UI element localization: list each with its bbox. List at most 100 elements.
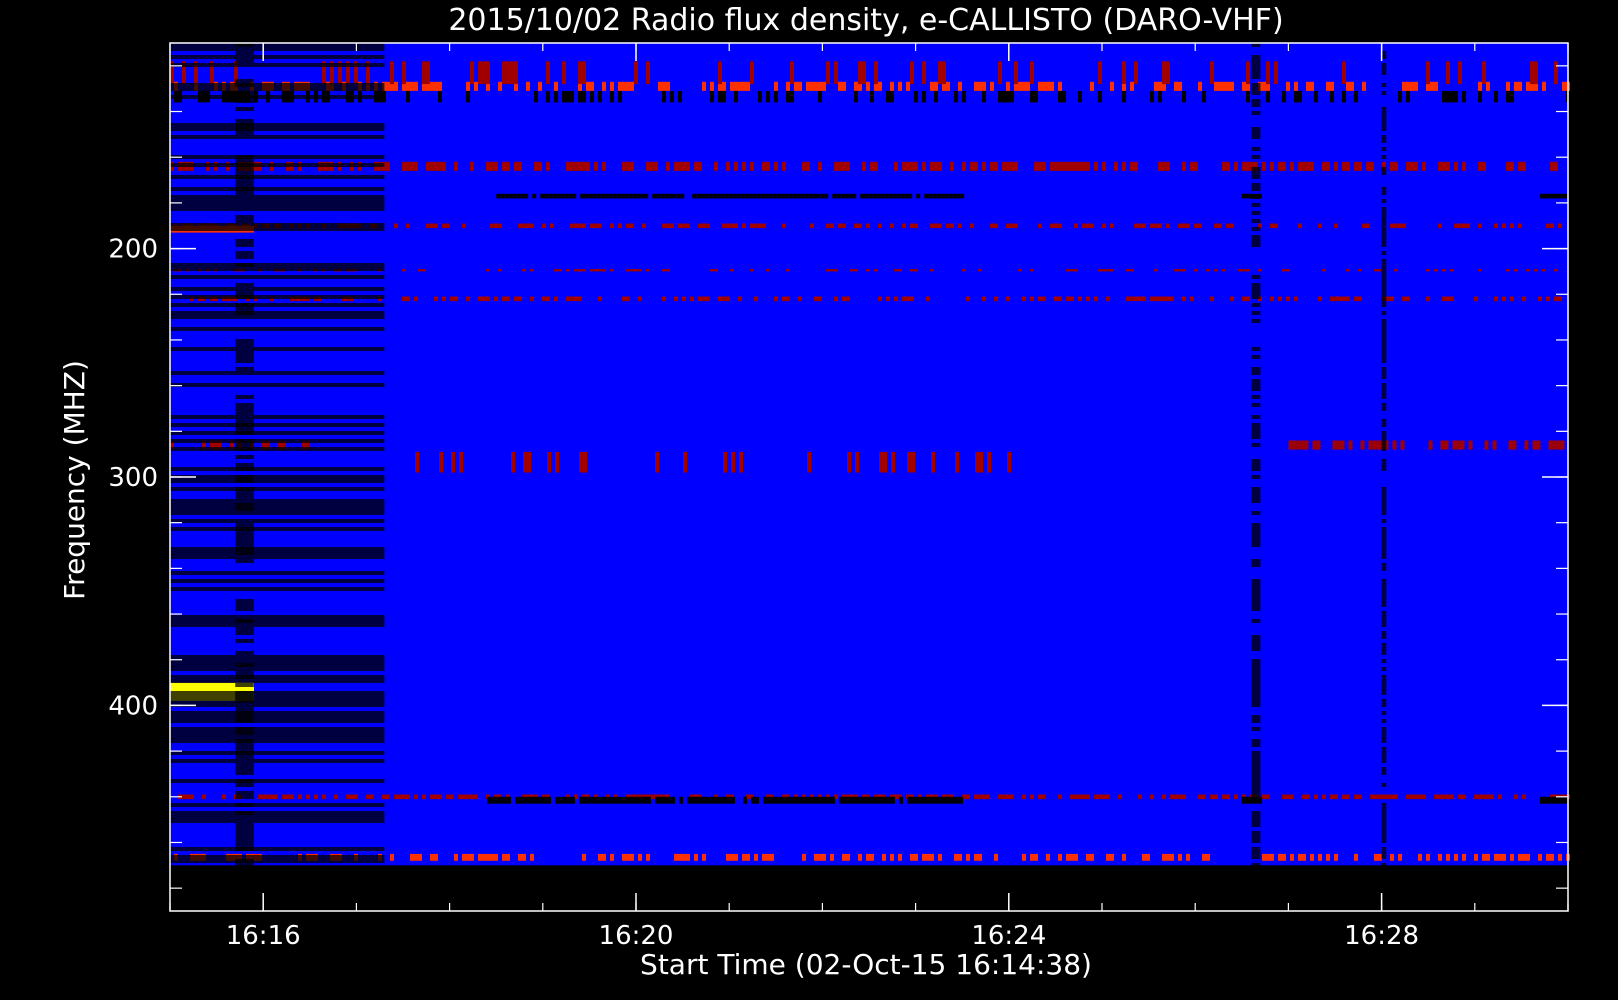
- heatmap-cell: [1381, 351, 1387, 355]
- heatmap-cell: [1251, 587, 1261, 591]
- heatmap-cell: [1054, 296, 1058, 302]
- heatmap-cell: [1170, 794, 1174, 800]
- heatmap-cell: [1098, 91, 1102, 103]
- heatmap-cell: [235, 123, 254, 127]
- heatmap-cell: [662, 796, 667, 804]
- heatmap-cell: [1251, 779, 1261, 783]
- heatmap-cell: [1458, 61, 1462, 85]
- heatmap-cell: [235, 847, 254, 851]
- heatmap-cell: [1381, 719, 1387, 723]
- heatmap-cell: [1381, 531, 1387, 535]
- heatmap-cell: [1381, 291, 1387, 295]
- heatmap-cell: [1548, 193, 1552, 199]
- heatmap-cell: [1094, 296, 1098, 302]
- heatmap-cell: [1251, 203, 1261, 207]
- heatmap-cell: [394, 223, 398, 229]
- heatmap-cell: [482, 61, 486, 85]
- heatmap-cell: [530, 223, 534, 229]
- heatmap-cell: [1342, 91, 1346, 103]
- heatmap-cell: [650, 161, 654, 171]
- heatmap-cell: [1251, 815, 1261, 819]
- heatmap-cell: [846, 796, 851, 804]
- heatmap-cell: [866, 853, 870, 861]
- heatmap-cell: [1302, 853, 1306, 861]
- heatmap-cell: [898, 269, 902, 272]
- heatmap-cell: [1251, 147, 1261, 151]
- heatmap-cell: [1202, 91, 1206, 103]
- heatmap-cell: [235, 547, 254, 551]
- heatmap-cell: [1381, 215, 1387, 219]
- heatmap-cell: [1338, 296, 1342, 302]
- x-axis-label: Start Time (02-Oct-15 16:14:38): [640, 948, 1092, 981]
- heatmap-cell: [1446, 296, 1450, 302]
- heatmap-cell: [1006, 91, 1010, 103]
- heatmap-cell: [1130, 81, 1134, 91]
- heatmap-cell: [1381, 599, 1387, 603]
- heatmap-cell: [1282, 853, 1286, 861]
- heatmap-cell: [758, 91, 762, 103]
- heatmap-cell: [438, 794, 442, 800]
- heatmap-cell: [1066, 161, 1070, 171]
- heatmap-cell: [1381, 283, 1387, 287]
- heatmap-cell: [934, 91, 938, 103]
- heatmap-cell: [170, 287, 385, 291]
- heatmap-cell: [494, 161, 498, 171]
- heatmap-cell: [498, 269, 502, 272]
- heatmap-cell: [1381, 107, 1387, 111]
- heatmap-cell: [1542, 269, 1546, 272]
- heatmap-cell: [890, 223, 894, 229]
- heatmap-cell: [566, 796, 571, 804]
- heatmap-cell: [838, 81, 842, 91]
- heatmap-cell: [470, 61, 474, 85]
- heatmap-cell: [1381, 259, 1387, 263]
- heatmap-cell: [782, 296, 786, 302]
- heatmap-cell: [1174, 81, 1178, 91]
- heatmap-cell: [1390, 223, 1394, 229]
- heatmap-cell: [638, 853, 642, 861]
- heatmap-cell: [922, 61, 926, 85]
- heatmap-cell: [170, 731, 385, 735]
- heatmap-cell: [978, 269, 982, 272]
- heatmap-cell: [1381, 83, 1387, 87]
- heatmap-cell: [430, 81, 434, 91]
- heatmap-cell: [1381, 675, 1387, 679]
- heatmap-cell: [1462, 853, 1466, 861]
- heatmap-cell: [1086, 223, 1090, 229]
- heatmap-cell: [170, 619, 385, 623]
- heatmap-cell: [826, 796, 831, 804]
- heatmap-cell: [1154, 269, 1158, 272]
- heatmap-cell: [742, 161, 746, 171]
- heatmap-cell: [1334, 223, 1338, 229]
- heatmap-cell: [1296, 440, 1301, 450]
- heatmap-cell: [622, 296, 626, 302]
- heatmap-cell: [414, 296, 418, 302]
- heatmap-cell: [1554, 161, 1558, 171]
- heatmap-cell: [235, 463, 254, 467]
- heatmap-cell: [982, 161, 986, 171]
- heatmap-cell: [594, 223, 598, 229]
- heatmap-cell: [1251, 379, 1261, 383]
- heatmap-cell: [1018, 81, 1022, 91]
- heatmap-cell: [958, 796, 963, 804]
- heatmap-cell: [1410, 81, 1414, 91]
- heatmap-cell: [170, 163, 385, 167]
- heatmap-cell: [554, 81, 558, 91]
- heatmap-cell: [1426, 269, 1430, 272]
- heatmap-cell: [876, 193, 881, 199]
- heatmap-cell: [1154, 81, 1158, 91]
- heatmap-cell: [1098, 61, 1102, 85]
- heatmap-cell: [1381, 579, 1387, 583]
- heatmap-cell: [1251, 239, 1261, 243]
- heatmap-cell: [1154, 296, 1158, 302]
- heatmap-cell: [1418, 794, 1422, 800]
- heatmap-cell: [978, 81, 982, 91]
- heatmap-cell: [1366, 161, 1370, 171]
- heatmap-cell: [1410, 161, 1414, 171]
- heatmap-cell: [1251, 679, 1261, 683]
- heatmap-cell: [1042, 81, 1046, 91]
- heatmap-cell: [458, 794, 462, 800]
- heatmap-cell: [728, 193, 733, 199]
- heatmap-cell: [1230, 81, 1234, 91]
- heatmap-cell: [1251, 475, 1261, 479]
- heatmap-cell: [1022, 853, 1026, 861]
